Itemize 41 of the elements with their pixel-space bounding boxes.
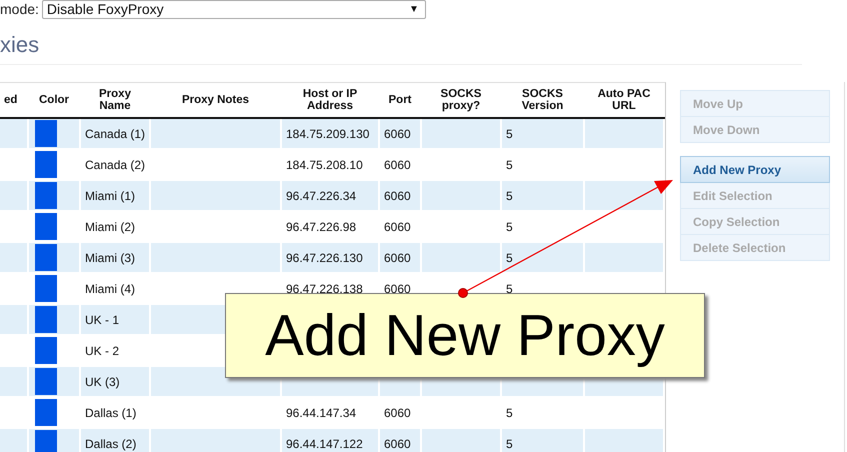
- table-cell: 6060: [384, 158, 411, 172]
- mode-label: mode:: [0, 1, 39, 17]
- table-cell: 96.47.226.34: [286, 188, 356, 202]
- table-cell: 96.44.147.122: [286, 436, 363, 450]
- table-cell: 6060: [384, 282, 411, 296]
- table-cell: UK - 2: [85, 344, 120, 358]
- table-cell: Miami (4): [85, 282, 135, 296]
- table-cell: 5: [506, 188, 513, 202]
- table-cell: 184.75.208.10: [286, 158, 363, 172]
- table-cell: Dallas (1): [85, 406, 136, 420]
- table-cell: Miami (1): [85, 188, 135, 202]
- table-cell: 5: [506, 158, 513, 172]
- section-heading: xies: [0, 32, 802, 65]
- table-cell: 96.47.226.130: [286, 250, 363, 264]
- table-cell: Canada (1): [85, 126, 146, 140]
- table-cell: UK - 1: [85, 312, 120, 326]
- table-cell: 96.44.147.34: [286, 406, 356, 420]
- table-cell: 5: [506, 282, 513, 296]
- action-button[interactable]: Add New Proxy: [680, 156, 830, 183]
- table-cell: 6060: [384, 188, 411, 202]
- table-cell: 96.47.226.138: [286, 282, 363, 296]
- mode-dropdown[interactable]: Disable FoxyProxy ▼: [42, 0, 426, 18]
- table-cell: UK (3): [85, 374, 120, 388]
- table-cell: 5: [506, 220, 513, 234]
- table-cell: 6060: [384, 406, 411, 420]
- table-cell: 184.75.209.130: [286, 126, 370, 140]
- table-cell: 5: [506, 436, 513, 450]
- table-cell: 96.47.226.98: [286, 220, 356, 234]
- table-cell: 5: [506, 126, 513, 140]
- table-cell: 5: [506, 250, 513, 264]
- table-cell: Miami (2): [85, 220, 135, 234]
- callout-text: Add New Proxy: [265, 306, 665, 364]
- table-cell: 6060: [384, 250, 411, 264]
- table-cell: Canada (2): [85, 158, 146, 172]
- table-cell: 6060: [384, 220, 411, 234]
- table-cell: 6060: [384, 436, 411, 450]
- table-cell: Dallas (2): [85, 436, 136, 450]
- table-cell: 6060: [384, 126, 411, 140]
- table-cell: 5: [506, 406, 513, 420]
- caret-icon: ▼: [409, 4, 419, 14]
- table-cell: Miami (3): [85, 250, 135, 264]
